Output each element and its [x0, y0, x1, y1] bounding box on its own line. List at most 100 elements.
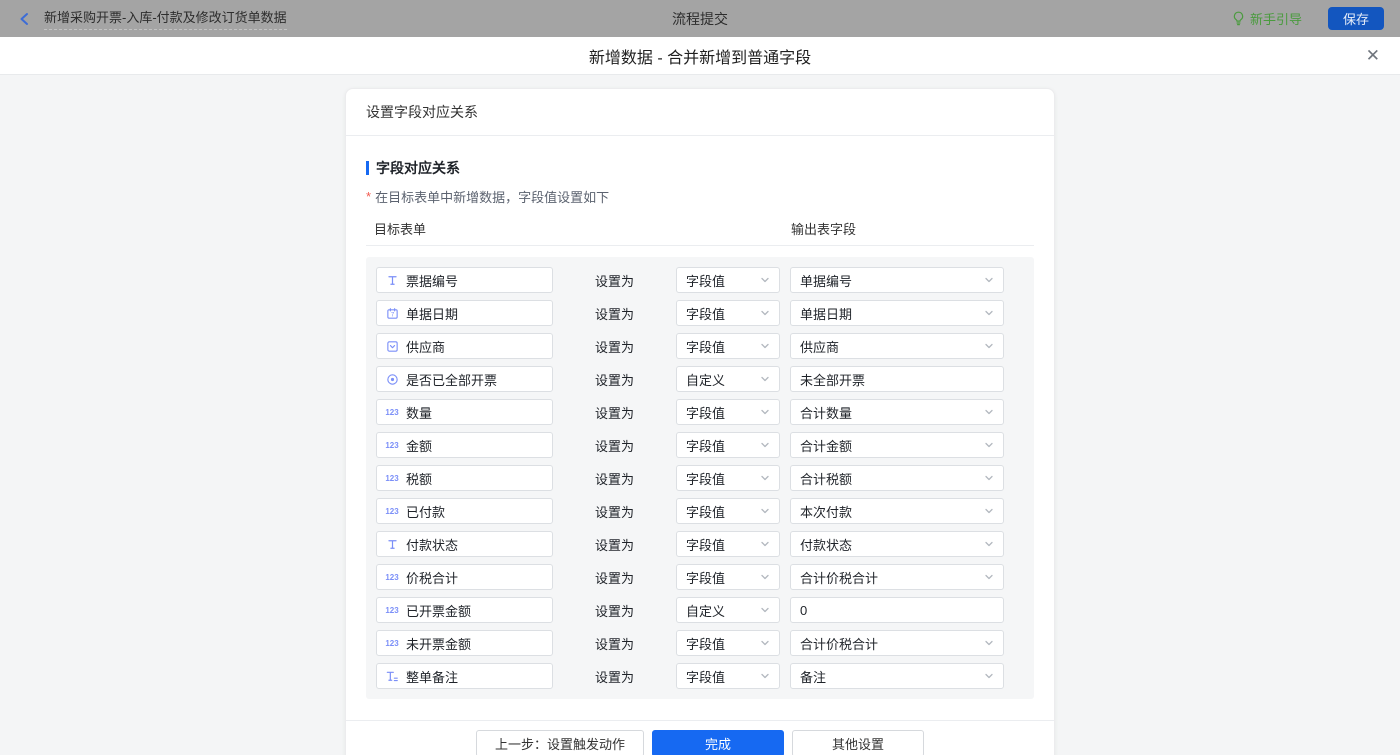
set-as-label: 设置为	[553, 337, 676, 356]
target-field-box: 7 单据日期	[376, 300, 553, 326]
value-mode-select[interactable]: 字段值	[676, 498, 780, 524]
value-mode-text: 字段值	[686, 502, 760, 521]
number-field-icon: 123	[385, 636, 399, 650]
target-field-label: 单据日期	[406, 304, 458, 323]
value-mode-select[interactable]: 字段值	[676, 630, 780, 656]
other-settings-button[interactable]: 其他设置	[792, 730, 924, 755]
text-field-icon	[385, 537, 399, 551]
card-header-title: 设置字段对应关系	[346, 89, 1054, 136]
close-icon[interactable]: ✕	[1366, 46, 1380, 66]
output-field-text: 合计金额	[800, 436, 984, 455]
output-field-select[interactable]: 合计金额	[790, 432, 1004, 458]
chevron-down-icon	[760, 473, 770, 483]
workflow-title[interactable]: 新增采购开票-入库-付款及修改订货单数据	[44, 7, 287, 30]
value-mode-select[interactable]: 字段值	[676, 432, 780, 458]
output-field-select[interactable]: 合计税额	[790, 465, 1004, 491]
target-field-box: 123 数量	[376, 399, 553, 425]
value-mode-text: 字段值	[686, 535, 760, 554]
target-field-box: 123 金额	[376, 432, 553, 458]
chevron-down-icon	[984, 473, 994, 483]
chevron-down-icon	[984, 638, 994, 648]
output-field-select[interactable]: 合计价税合计	[790, 564, 1004, 590]
custom-value-input[interactable]: 未全部开票	[790, 366, 1004, 392]
number-field-icon: 123	[385, 405, 399, 419]
set-as-label: 设置为	[553, 667, 676, 686]
save-button[interactable]: 保存	[1328, 7, 1384, 30]
topbar-right: 新手引导 保存	[1232, 7, 1384, 30]
value-mode-select[interactable]: 字段值	[676, 267, 780, 293]
hint-line: * 在目标表单中新增数据，字段值设置如下	[366, 187, 1034, 206]
output-field-select[interactable]: 付款状态	[790, 531, 1004, 557]
value-mode-select[interactable]: 字段值	[676, 531, 780, 557]
value-mode-text: 字段值	[686, 436, 760, 455]
select-field-icon	[385, 339, 399, 353]
chevron-down-icon	[760, 572, 770, 582]
target-field-label: 已开票金额	[406, 601, 471, 620]
value-mode-select[interactable]: 自定义	[676, 597, 780, 623]
set-as-label: 设置为	[553, 568, 676, 587]
textarea-field-icon	[385, 669, 399, 683]
mapping-row: 123 未开票金额 设置为 字段值 合计价税合计	[376, 630, 1024, 656]
done-button[interactable]: 完成	[652, 730, 784, 755]
output-field-text: 备注	[800, 667, 984, 686]
output-field-text: 单据日期	[800, 304, 984, 323]
target-field-box: 是否已全部开票	[376, 366, 553, 392]
target-field-label: 供应商	[406, 337, 445, 356]
output-field-text: 供应商	[800, 337, 984, 356]
output-field-select[interactable]: 备注	[790, 663, 1004, 689]
value-mode-select[interactable]: 自定义	[676, 366, 780, 392]
number-field-icon: 123	[385, 570, 399, 584]
output-field-select[interactable]: 供应商	[790, 333, 1004, 359]
output-field-select[interactable]: 单据日期	[790, 300, 1004, 326]
set-as-label: 设置为	[553, 634, 676, 653]
required-asterisk: *	[366, 189, 371, 204]
output-field-select[interactable]: 合计价税合计	[790, 630, 1004, 656]
target-field-box: 123 已付款	[376, 498, 553, 524]
chevron-down-icon	[984, 506, 994, 516]
output-field-select[interactable]: 单据编号	[790, 267, 1004, 293]
value-mode-select[interactable]: 字段值	[676, 465, 780, 491]
target-field-box: 123 未开票金额	[376, 630, 553, 656]
chevron-down-icon	[760, 374, 770, 384]
modal-body: 设置字段对应关系 字段对应关系 * 在目标表单中新增数据，字段值设置如下 目标表…	[0, 75, 1400, 755]
field-mapping-card: 设置字段对应关系 字段对应关系 * 在目标表单中新增数据，字段值设置如下 目标表…	[345, 88, 1055, 755]
target-field-box: 票据编号	[376, 267, 553, 293]
back-chevron-icon[interactable]	[16, 10, 34, 28]
target-field-label: 价税合计	[406, 568, 458, 587]
value-mode-select[interactable]: 字段值	[676, 663, 780, 689]
value-mode-select[interactable]: 字段值	[676, 564, 780, 590]
prev-step-button[interactable]: 上一步：设置触发动作	[476, 730, 644, 755]
col-target-form: 目标表单	[374, 219, 426, 238]
mapping-row: 123 已开票金额 设置为 自定义 0	[376, 597, 1024, 623]
target-field-box: 123 已开票金额	[376, 597, 553, 623]
value-mode-select[interactable]: 字段值	[676, 399, 780, 425]
number-field-icon: 123	[385, 603, 399, 617]
chevron-down-icon	[984, 671, 994, 681]
topbar-left: 新增采购开票-入库-付款及修改订货单数据	[16, 7, 287, 30]
value-mode-text: 字段值	[686, 469, 760, 488]
beginner-guide-link[interactable]: 新手引导	[1232, 9, 1302, 28]
target-field-label: 付款状态	[406, 535, 458, 554]
chevron-down-icon	[984, 308, 994, 318]
output-field-select[interactable]: 本次付款	[790, 498, 1004, 524]
section-accent-bar	[366, 161, 369, 175]
number-field-icon: 123	[385, 504, 399, 518]
value-mode-select[interactable]: 字段值	[676, 300, 780, 326]
mapping-row: 123 数量 设置为 字段值 合计数量	[376, 399, 1024, 425]
set-as-label: 设置为	[553, 271, 676, 290]
target-field-label: 数量	[406, 403, 432, 422]
value-mode-text: 自定义	[686, 601, 760, 620]
output-field-text: 合计数量	[800, 403, 984, 422]
chevron-down-icon	[760, 440, 770, 450]
value-mode-select[interactable]: 字段值	[676, 333, 780, 359]
target-field-label: 未开票金额	[406, 634, 471, 653]
number-field-icon: 123	[385, 471, 399, 485]
output-field-select[interactable]: 合计数量	[790, 399, 1004, 425]
value-mode-text: 字段值	[686, 403, 760, 422]
set-as-label: 设置为	[553, 502, 676, 521]
target-field-label: 票据编号	[406, 271, 458, 290]
custom-value-input[interactable]: 0	[790, 597, 1004, 623]
set-as-label: 设置为	[553, 370, 676, 389]
set-as-label: 设置为	[553, 304, 676, 323]
modal-header: 新增数据 - 合并新增到普通字段 ✕	[0, 37, 1400, 75]
